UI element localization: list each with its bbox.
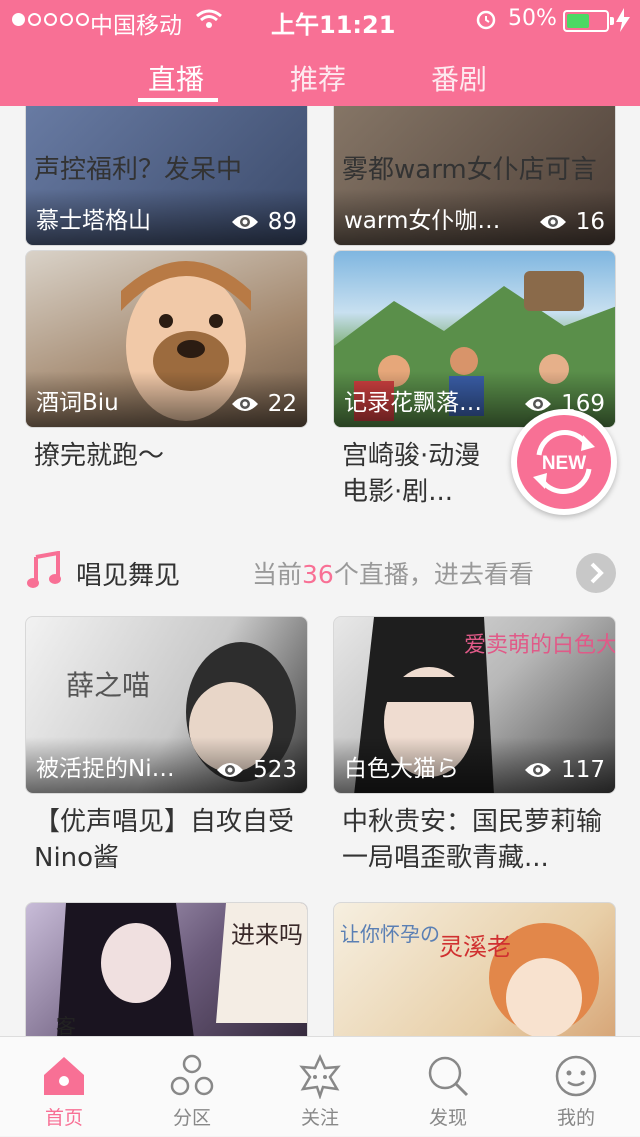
card-title[interactable]: 撩完就跑～ bbox=[34, 438, 304, 474]
active-tab-indicator bbox=[138, 98, 218, 102]
top-tabs: 直播 推荐 番剧 bbox=[0, 44, 640, 106]
refresh-icon: NEW bbox=[533, 430, 595, 494]
feed: 慕士塔格山 89 warm女仆咖… 16 声控福利？发呆中 雾都warm女仆店可… bbox=[0, 0, 640, 1136]
section-live-count: 当前36个直播，进去看看 bbox=[252, 560, 534, 589]
home-icon bbox=[44, 1057, 84, 1095]
nav-following[interactable]: 关注 bbox=[256, 1037, 384, 1137]
card-views: 22 bbox=[230, 391, 297, 417]
tab-live[interactable]: 直播 bbox=[148, 58, 204, 98]
card-streamer-name: 白色大猫ら bbox=[344, 756, 459, 782]
search-icon bbox=[428, 1056, 469, 1097]
music-note-icon bbox=[27, 551, 61, 588]
alarm-clock-icon bbox=[476, 10, 496, 30]
card-title[interactable]: 宫崎骏·动漫电影·剧... bbox=[342, 438, 502, 510]
svg-text:NEW: NEW bbox=[542, 453, 586, 474]
live-card[interactable]: 酒词Biu 22 bbox=[25, 250, 308, 428]
section-title: 唱见舞见 bbox=[76, 561, 181, 591]
nav-home[interactable]: 首页 bbox=[0, 1037, 128, 1137]
categories-icon bbox=[170, 1054, 214, 1096]
card-views: 523 bbox=[215, 757, 297, 783]
card-title[interactable]: 声控福利？发呆中 bbox=[34, 152, 304, 188]
charging-bolt-icon bbox=[616, 8, 630, 32]
battery-icon bbox=[563, 10, 614, 32]
card-views: 16 bbox=[538, 209, 605, 235]
wifi-icon bbox=[196, 9, 222, 28]
eye-icon bbox=[539, 215, 566, 229]
card-streamer-name: 记录花飘落… bbox=[344, 390, 482, 416]
chevron-right-icon[interactable] bbox=[576, 553, 616, 593]
card-title[interactable]: 中秋贵安：国民萝莉输一局唱歪歌青藏... bbox=[342, 804, 612, 876]
battery-percentage: 50% bbox=[508, 6, 557, 31]
card-title[interactable]: 雾都warm女仆店可言 bbox=[342, 152, 612, 188]
card-views: 117 bbox=[523, 757, 605, 783]
card-streamer-name: 被活捉的Ni… bbox=[36, 756, 175, 782]
eye-icon bbox=[231, 215, 258, 229]
bottom-nav: 首页 分区 关注 发现 我的 bbox=[0, 1036, 640, 1136]
svg-text:让你怀孕の: 让你怀孕の bbox=[340, 922, 440, 946]
nav-discover[interactable]: 发现 bbox=[384, 1037, 512, 1137]
eye-icon bbox=[231, 397, 258, 411]
card-views: 89 bbox=[230, 209, 297, 235]
top-header: 中国移动 上午11:21 50% 直播 推荐 番剧 bbox=[0, 0, 640, 106]
live-card[interactable]: 薛之喵 被活捉的Ni… 523 bbox=[25, 616, 308, 794]
card-streamer-name: 酒词Biu bbox=[36, 390, 119, 416]
status-time: 上午11:21 bbox=[271, 11, 396, 39]
card-streamer-name: warm女仆咖… bbox=[344, 208, 501, 234]
svg-text:进来吗: 进来吗 bbox=[231, 921, 303, 949]
svg-text:薛之喵: 薛之喵 bbox=[66, 669, 150, 702]
svg-text:客: 客 bbox=[56, 1014, 76, 1038]
refresh-new-button[interactable]: NEW bbox=[511, 409, 617, 515]
status-bar: 中国移动 上午11:21 50% bbox=[0, 0, 640, 40]
tab-anime[interactable]: 番剧 bbox=[431, 58, 487, 98]
carrier-name: 中国移动 bbox=[90, 13, 182, 39]
eye-icon bbox=[525, 763, 552, 777]
card-streamer-name: 慕士塔格山 bbox=[36, 208, 151, 234]
nav-profile[interactable]: 我的 bbox=[512, 1037, 640, 1137]
profile-icon bbox=[555, 1055, 597, 1097]
svg-text:爱卖萌的白色大猫喵~: 爱卖萌的白色大猫喵~ bbox=[464, 633, 616, 658]
eye-icon bbox=[217, 763, 244, 777]
following-icon bbox=[299, 1053, 341, 1099]
live-card[interactable]: 记录花飘落… 169 bbox=[333, 250, 616, 428]
section-header[interactable]: 唱见舞见 当前36个直播，进去看看 bbox=[0, 545, 640, 601]
live-card[interactable]: 爱卖萌的白色大猫喵~ 白色大猫ら 117 bbox=[333, 616, 616, 794]
signal-strength-icon bbox=[12, 13, 89, 26]
svg-text:灵溪老: 灵溪老 bbox=[439, 933, 511, 961]
card-title[interactable]: 【优声唱见】自攻自受Nino酱 bbox=[34, 804, 304, 876]
nav-categories[interactable]: 分区 bbox=[128, 1037, 256, 1137]
tab-recommend[interactable]: 推荐 bbox=[290, 58, 346, 98]
